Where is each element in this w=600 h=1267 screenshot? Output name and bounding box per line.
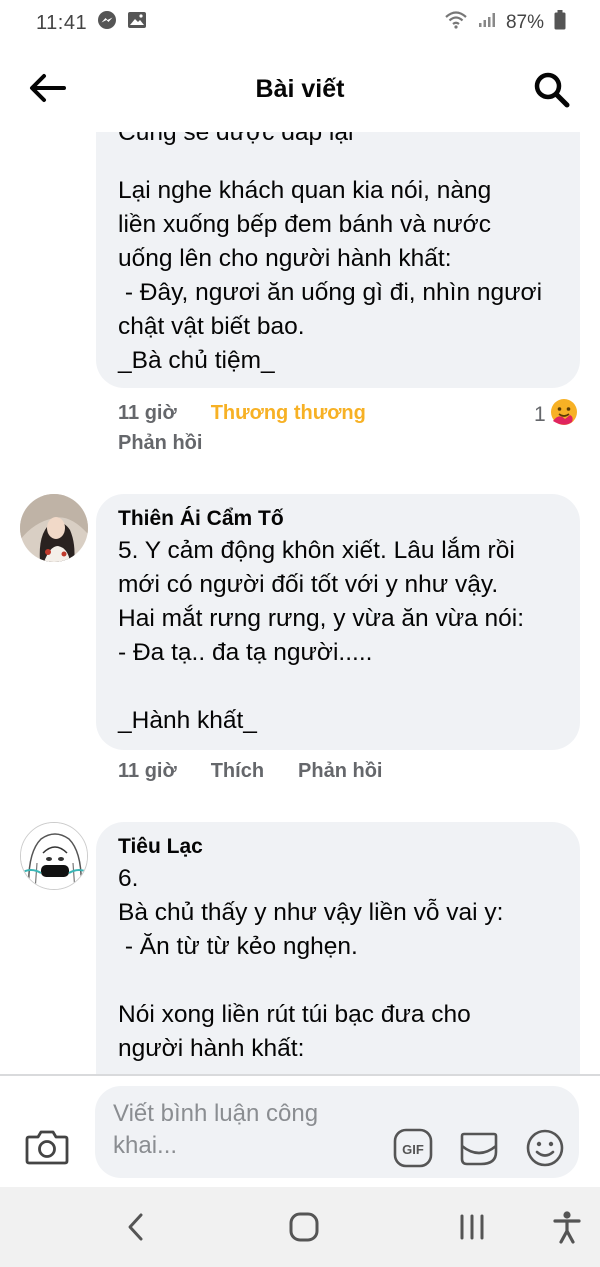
accessibility-icon: [553, 1211, 581, 1244]
comment-input[interactable]: [113, 1098, 383, 1166]
like-button[interactable]: Thích: [211, 760, 264, 783]
avatar[interactable]: [20, 494, 88, 562]
comment-bubble: Tiêu Lạc 6. Bà chủ thấy y như vậy liền v…: [96, 822, 580, 1074]
camera-button[interactable]: [25, 1128, 69, 1168]
recents-icon: [460, 1214, 484, 1240]
page-title: Bài viết: [255, 74, 345, 103]
comment-time: 11 giờ: [118, 760, 177, 782]
comment-box: GIF: [95, 1086, 579, 1178]
status-right: 87%: [444, 10, 566, 36]
accessibility-button[interactable]: [550, 1209, 584, 1245]
arrow-left-icon: [30, 74, 66, 102]
comment-actions: 11 giờ Thích Phản hồi: [118, 760, 383, 783]
comment-feed[interactable]: Cũng sẽ được đáp lại Lại nghe khách quan…: [0, 132, 600, 1074]
nav-back-button[interactable]: [120, 1209, 152, 1245]
comment-text: 5. Y cảm động khôn xiết. Lâu lắm rồi mới…: [118, 537, 525, 734]
wifi-icon: [444, 11, 468, 35]
gif-label: GIF: [402, 1142, 424, 1157]
messenger-icon: [97, 10, 117, 36]
care-reaction-icon: [550, 398, 578, 432]
comment-fragment-line: Cũng sẽ được đáp lại: [118, 132, 354, 146]
gallery-icon: [127, 11, 147, 35]
system-nav-bar: [0, 1187, 600, 1267]
sticker-icon: [460, 1132, 498, 1166]
avatar[interactable]: [20, 822, 88, 890]
nav-home-button[interactable]: [286, 1209, 322, 1245]
status-left: 11:41: [36, 10, 147, 36]
battery-text: 87%: [505, 12, 544, 33]
comment-composer: GIF: [0, 1074, 600, 1187]
comment-text: Lại nghe khách quan kia nói, nàng liền x…: [118, 177, 543, 374]
comment-author[interactable]: Tiêu Lạc: [118, 832, 203, 862]
search-button[interactable]: [532, 70, 572, 110]
comment-time: 11 giờ: [118, 401, 177, 424]
comment-bubble: Cũng sẽ được đáp lại Lại nghe khách quan…: [96, 132, 580, 388]
reaction-count: 1: [534, 403, 546, 426]
search-icon: [534, 72, 570, 108]
reply-button[interactable]: Phản hồi: [298, 760, 382, 783]
back-button[interactable]: [26, 70, 68, 106]
signal-icon: [478, 12, 496, 34]
comment-actions-reply: Phản hồi: [118, 432, 202, 455]
gif-button[interactable]: GIF: [393, 1128, 433, 1168]
home-icon: [289, 1212, 319, 1242]
battery-icon: [554, 10, 566, 36]
reply-button[interactable]: Phản hồi: [118, 432, 202, 455]
chevron-left-icon: [128, 1213, 143, 1241]
emoji-icon: [526, 1129, 564, 1167]
comment-text: 6. Bà chủ thấy y như vậy liền vỗ vai y: …: [118, 865, 504, 1062]
reaction-label[interactable]: Thương thương: [211, 402, 366, 425]
status-time: 11:41: [36, 11, 88, 34]
app-header: Bài viết: [0, 46, 600, 132]
sticker-button[interactable]: [459, 1128, 499, 1168]
reaction-summary[interactable]: 1: [534, 398, 578, 432]
comment-bubble: Thiên Ái Cẩm Tố 5. Y cảm động khôn xiết.…: [96, 494, 580, 750]
comment-author[interactable]: Thiên Ái Cẩm Tố: [118, 504, 284, 534]
camera-icon: [25, 1130, 69, 1165]
nav-recents-button[interactable]: [454, 1209, 490, 1245]
emoji-button[interactable]: [525, 1128, 565, 1168]
status-bar: 11:41 87%: [0, 0, 600, 46]
comment-actions: 11 giờ Thương thương: [118, 398, 588, 428]
